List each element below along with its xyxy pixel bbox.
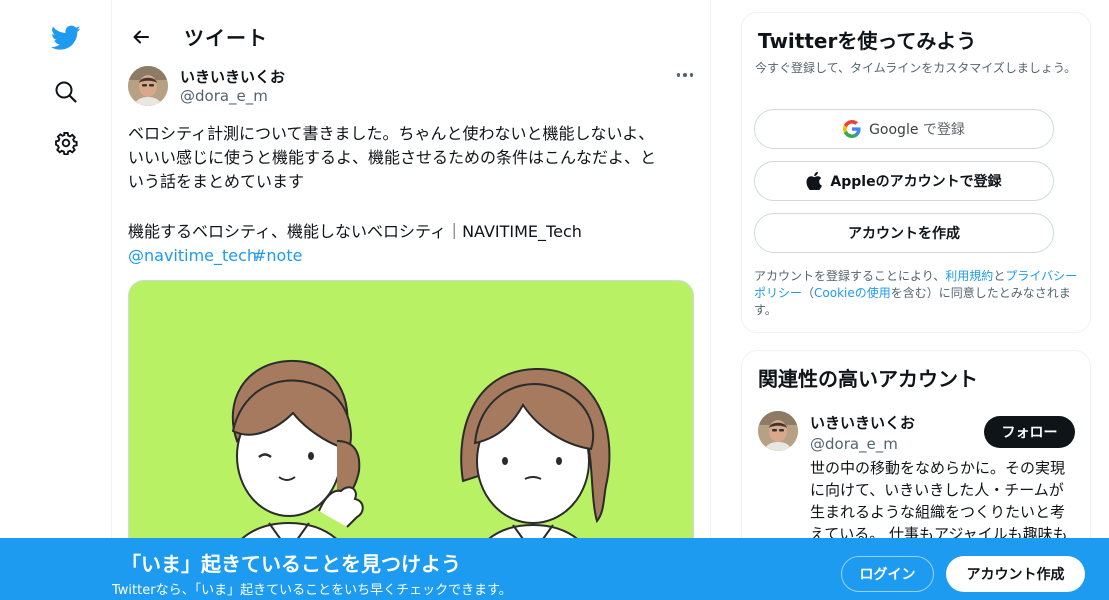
google-suffix: で登録 xyxy=(922,122,965,138)
apple-signup-label: Appleのアカウントで登録 xyxy=(830,174,1002,190)
right-divider xyxy=(710,0,711,600)
apple-signup-button[interactable]: Appleのアカウントで登録 xyxy=(754,161,1054,201)
search-icon xyxy=(55,81,77,103)
gear-icon xyxy=(55,132,78,155)
bottom-bar-subtitle: Twitterなら、「いま」起きていることをいち早くチェックできます。 xyxy=(112,583,512,598)
author-name[interactable]: いきいきいくお xyxy=(180,66,285,87)
avatar-photo xyxy=(758,411,798,451)
bottom-signup-bar: 「いま」起きていることを見つけよう Twitterなら、「いま」起きていることを… xyxy=(0,538,1109,600)
google-signup-button[interactable]: Google で登録 xyxy=(754,109,1054,149)
legal-and: と xyxy=(993,269,1006,283)
illustration xyxy=(129,281,693,579)
follow-button[interactable]: フォロー xyxy=(984,416,1075,448)
legal-text: アカウントを登録することにより、利用規約とプライバシーポリシー（Cookieの使… xyxy=(754,268,1084,319)
author-handle[interactable]: @dora_e_m xyxy=(180,87,268,105)
more-dot-icon xyxy=(683,73,687,77)
legal-text-1: アカウントを登録することにより、 xyxy=(754,269,946,283)
mention-link[interactable]: @navitime_tech xyxy=(128,244,257,268)
tweet-text-line: いう話をまとめています xyxy=(128,172,305,191)
terms-link[interactable]: 利用規約 xyxy=(945,269,993,283)
signup-button[interactable]: アカウント作成 xyxy=(946,556,1085,592)
more-options-button[interactable] xyxy=(672,64,698,86)
avatar-photo xyxy=(128,66,168,106)
google-icon xyxy=(843,120,861,138)
related-name[interactable]: いきいきいくお xyxy=(810,412,915,433)
legal-paren: （ xyxy=(802,286,815,300)
signup-subtitle: 今すぐ登録して、タイムラインをカスタマイズしましょう。 xyxy=(755,61,1077,75)
search-button[interactable] xyxy=(44,70,88,114)
tweet-media-image[interactable] xyxy=(128,280,694,580)
left-nav xyxy=(0,0,112,600)
tweet-text-line: いいい感じに使うと機能するよ、機能させるための条件はこんなだよ、と xyxy=(128,148,657,167)
signup-title: Twitterを使ってみよう xyxy=(758,29,977,53)
hashtag-link[interactable]: #note xyxy=(253,244,302,268)
related-title: 関連性の高いアカウント xyxy=(758,367,978,391)
related-handle[interactable]: @dora_e_m xyxy=(810,435,898,453)
page-title: ツイート xyxy=(184,26,268,50)
page: ツイート いきいきいくお @dora_e_m ベロシティ計測について書きました。… xyxy=(0,0,1109,600)
create-account-button[interactable]: アカウントを作成 xyxy=(754,213,1054,253)
related-bio: 世の中の移動をなめらかに。その実現に向けて、いきいきした人・チームが生まれるよう… xyxy=(810,459,1068,543)
tweet-text: ベロシティ計測について書きました。ちゃんと使わないと機能しないよ、 いいい感じに… xyxy=(128,122,698,194)
login-button[interactable]: ログイン xyxy=(841,556,934,592)
author-avatar[interactable] xyxy=(128,66,168,106)
cookie-link[interactable]: Cookieの使用 xyxy=(814,286,891,300)
google-label: Google xyxy=(869,122,919,138)
create-account-label: アカウントを作成 xyxy=(848,226,960,242)
twitter-logo-link[interactable] xyxy=(44,16,88,60)
right-sidebar: Twitterを使ってみよう 今すぐ登録して、タイムラインをカスタマイズしましょ… xyxy=(741,0,1091,600)
more-dot-icon xyxy=(676,73,681,77)
bottom-bar-title: 「いま」起きていることを見つけよう xyxy=(121,552,461,576)
signup-card: Twitterを使ってみよう 今すぐ登録して、タイムラインをカスタマイズしましょ… xyxy=(741,12,1091,333)
main-column: ツイート いきいきいくお @dora_e_m ベロシティ計測について書きました。… xyxy=(112,0,710,600)
link-title: 機能するベロシティ、機能しないベロシティ｜NAVITIME_Tech xyxy=(128,222,582,241)
settings-button[interactable] xyxy=(44,121,88,165)
tweet-text-line: ベロシティ計測について書きました。ちゃんと使わないと機能しないよ、 xyxy=(128,124,655,143)
more-dot-icon xyxy=(689,73,694,77)
apple-icon xyxy=(806,172,823,190)
back-button[interactable] xyxy=(124,20,158,54)
twitter-bird-icon xyxy=(51,25,81,50)
arrow-left-icon xyxy=(133,30,149,44)
tweet-header: ツイート xyxy=(112,0,710,72)
related-avatar[interactable] xyxy=(758,411,798,451)
